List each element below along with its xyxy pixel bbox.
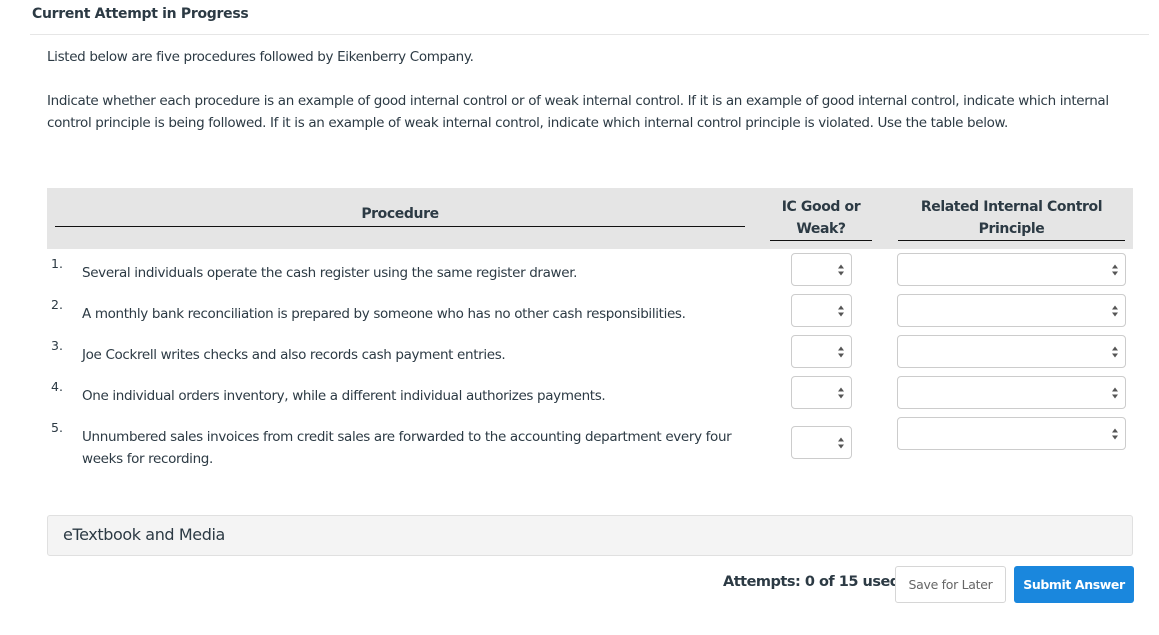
column-header-ic-good-or-weak: IC Good or Weak? (770, 196, 872, 241)
row-number: 1. (51, 256, 63, 271)
procedure-text: Joe Cockrell writes checks and also reco… (82, 347, 506, 363)
row-number: 3. (51, 338, 63, 353)
procedure-text: A monthly bank reconciliation is prepare… (82, 306, 686, 322)
header-divider (30, 34, 1149, 35)
ic-good-or-weak-select[interactable] (791, 253, 852, 286)
ic-good-or-weak-select[interactable] (791, 294, 852, 327)
principle-select[interactable] (897, 335, 1126, 368)
principle-select[interactable] (897, 253, 1126, 286)
column-header-procedure: Procedure (55, 206, 745, 227)
select-arrows-icon (1112, 346, 1118, 357)
question-page: Current Attempt in Progress Listed below… (0, 0, 1159, 635)
row-number: 2. (51, 297, 63, 312)
select-arrows-icon (838, 437, 844, 448)
etextbook-media-panel[interactable]: eTextbook and Media (47, 515, 1133, 556)
select-arrows-icon (1112, 305, 1118, 316)
procedure-text: Several individuals operate the cash reg… (82, 265, 578, 281)
ic-good-or-weak-select[interactable] (791, 335, 852, 368)
select-arrows-icon (838, 387, 844, 398)
row-number: 5. (51, 420, 63, 435)
principle-select[interactable] (897, 417, 1126, 450)
select-arrows-icon (1112, 387, 1118, 398)
attempt-header: Current Attempt in Progress (32, 6, 249, 22)
select-arrows-icon (1112, 428, 1118, 439)
procedure-text: One individual orders inventory, while a… (82, 388, 606, 404)
select-arrows-icon (1112, 264, 1118, 275)
submit-answer-button[interactable]: Submit Answer (1014, 566, 1134, 603)
attempts-counter: Attempts: 0 of 15 used (723, 574, 900, 590)
ic-good-or-weak-select[interactable] (791, 426, 852, 459)
principle-select[interactable] (897, 376, 1126, 409)
question-intro: Listed below are five procedures followe… (47, 49, 474, 65)
select-arrows-icon (838, 346, 844, 357)
select-arrows-icon (838, 264, 844, 275)
select-arrows-icon (838, 305, 844, 316)
ic-good-or-weak-select[interactable] (791, 376, 852, 409)
question-instructions: Indicate whether each procedure is an ex… (47, 93, 1109, 131)
row-number: 4. (51, 379, 63, 394)
etextbook-media-label: eTextbook and Media (63, 525, 225, 544)
principle-select[interactable] (897, 294, 1126, 327)
table-header: Procedure IC Good or Weak? Related Inter… (47, 188, 1133, 249)
save-for-later-button[interactable]: Save for Later (895, 566, 1006, 603)
procedure-text: Unnumbered sales invoices from credit sa… (82, 429, 732, 467)
column-header-principle: Related Internal Control Principle (898, 196, 1125, 241)
